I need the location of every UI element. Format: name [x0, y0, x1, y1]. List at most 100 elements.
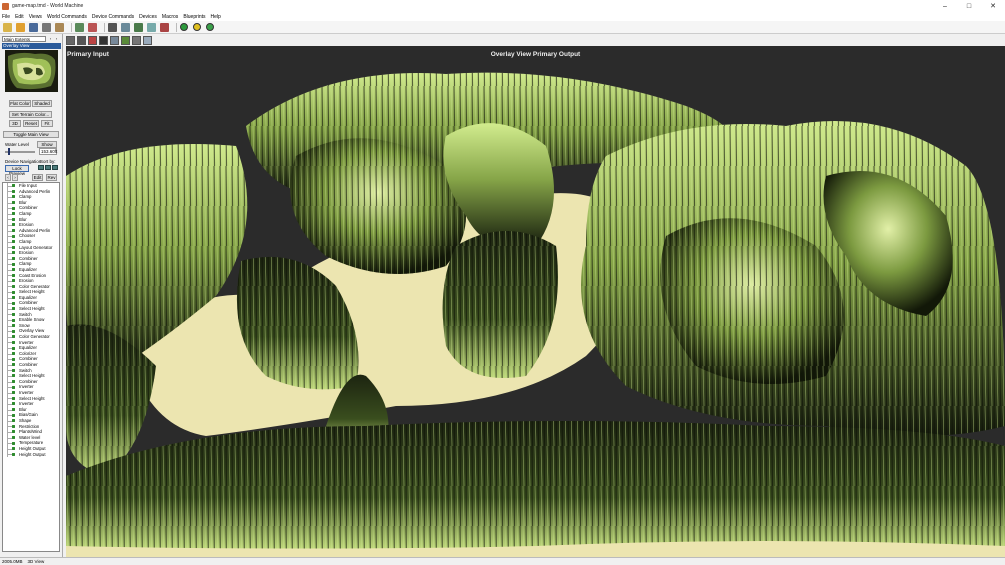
device-label: Layout Generator [19, 244, 53, 250]
menu-file[interactable]: File [2, 14, 10, 20]
device-label: Combiner [19, 378, 38, 384]
grid-icon[interactable] [160, 22, 169, 32]
water-level-slider-thumb[interactable] [8, 148, 10, 155]
open-file-icon[interactable] [16, 22, 25, 32]
device-icon [12, 452, 15, 456]
menu-views[interactable]: Views [29, 14, 42, 20]
green-globe-icon[interactable] [206, 23, 214, 31]
show-button[interactable]: Show [37, 141, 57, 148]
rev-button[interactable]: Rev [46, 174, 57, 181]
device-icon [12, 217, 15, 221]
layout-view-icon[interactable] [108, 22, 117, 32]
edit-button[interactable]: Edit [32, 174, 43, 181]
export-icon[interactable] [42, 22, 51, 32]
device-icon [12, 346, 15, 350]
menu-bar: File Edit Views World Commands Device Co… [0, 12, 1005, 21]
device-label: Bias/Gain [19, 412, 38, 418]
minimize-button[interactable]: – [933, 0, 957, 12]
menu-help[interactable]: Help [211, 14, 221, 20]
device-icon [12, 195, 15, 199]
grid-icon[interactable] [143, 35, 152, 45]
import-icon[interactable] [55, 22, 64, 32]
device-label: Select Height [19, 373, 45, 379]
device-label: Erosion [19, 250, 34, 256]
menu-devices[interactable]: Devices [139, 14, 157, 20]
device-icon [12, 374, 15, 378]
3d-button[interactable]: 3D [9, 120, 21, 127]
device-icon [12, 340, 15, 344]
new-file-icon[interactable] [3, 22, 12, 32]
device-icon [12, 184, 15, 188]
device-icon [12, 447, 15, 451]
device-label: Blur [19, 216, 27, 222]
menu-macros[interactable]: Macros [162, 14, 178, 20]
extents-prev-button[interactable]: ‹ [48, 36, 53, 42]
lock-icon[interactable] [132, 35, 141, 45]
render-extents-icon[interactable] [88, 22, 97, 32]
fit-button[interactable]: Fit [41, 120, 53, 127]
terrain-icon[interactable] [121, 35, 130, 45]
nav-forward-button[interactable]: › [12, 174, 18, 181]
sidebar: Main Extents ‹ › Overlay View Flat Color… [0, 34, 63, 557]
menu-world-commands[interactable]: World Commands [47, 14, 87, 20]
close-button[interactable]: ✕ [981, 0, 1005, 12]
3d-view-icon[interactable] [134, 22, 143, 32]
device-icon [12, 312, 15, 316]
camera-icon[interactable] [99, 35, 108, 45]
3d-viewport[interactable]: Primary Input Overlay View Primary Outpu… [66, 46, 1005, 557]
sort-type-icon[interactable] [45, 165, 51, 170]
device-icon [12, 301, 15, 305]
green-ball-icon[interactable] [180, 23, 188, 31]
device-label: Equalizer [19, 294, 37, 300]
sort-alpha-icon[interactable] [38, 165, 44, 170]
extents-select[interactable]: Main Extents [2, 36, 46, 42]
layout-icon[interactable] [66, 35, 75, 45]
settings-icon[interactable] [121, 22, 130, 32]
device-icon [12, 212, 15, 216]
device-icon [12, 262, 15, 266]
device-label: Erosion [19, 278, 34, 284]
sort-order-icon[interactable] [52, 165, 58, 170]
device-icon [12, 318, 15, 322]
menu-device-commands[interactable]: Device Commands [92, 14, 134, 20]
device-label: Height Output [19, 445, 46, 451]
view-toolbar [64, 34, 1005, 46]
shaded-button[interactable]: Shaded [32, 100, 52, 107]
device-icon [12, 206, 15, 210]
device-icon [12, 223, 15, 227]
device-icon [12, 357, 15, 361]
device-icon [12, 380, 15, 384]
title-bar: game-map.tmd - World Machine – □ ✕ [0, 0, 1005, 12]
nav-back-button[interactable]: ‹ [5, 174, 11, 181]
water-level-value[interactable]: 153.60ft [39, 148, 57, 155]
device-icon [12, 245, 15, 249]
extents-next-button[interactable]: › [54, 36, 59, 42]
render-icon[interactable] [75, 22, 84, 32]
device-label: Equalizer [19, 266, 37, 272]
device-label: Blur [19, 406, 27, 412]
device-list[interactable]: File Input Advanced Perlin Clamp Blur Combin… [2, 182, 60, 552]
toggle-main-view-button[interactable]: Toggle Main View [3, 131, 59, 138]
menu-edit[interactable]: Edit [15, 14, 24, 20]
yellow-ball-icon[interactable] [193, 23, 201, 31]
device-label: Height Output [19, 451, 46, 457]
device-icon [12, 413, 15, 417]
menu-blueprints[interactable]: Blueprints [183, 14, 205, 20]
picture-icon[interactable] [88, 35, 97, 45]
device-label: Coast Erosion [19, 272, 46, 278]
overlay-thumbnail[interactable] [5, 50, 58, 92]
device-list-item[interactable]: Height Output [3, 451, 59, 458]
device-icon[interactable] [77, 35, 86, 45]
maximize-button[interactable]: □ [957, 0, 981, 12]
explorer-icon[interactable] [147, 22, 156, 32]
set-terrain-color-button[interactable]: Set Terrain Color... [9, 111, 52, 118]
reset-button[interactable]: Reset [23, 120, 39, 127]
window-icon[interactable] [110, 35, 119, 45]
device-icon [12, 419, 15, 423]
flat-color-button[interactable]: Flat Color [9, 100, 31, 107]
device-label: Color Generator [19, 334, 50, 340]
status-bar: 2005.0MB 3D View [0, 557, 1005, 565]
device-label: Clamp [19, 261, 32, 267]
lock-preview-button[interactable]: Lock Preview [5, 165, 29, 176]
save-icon[interactable] [29, 22, 38, 32]
